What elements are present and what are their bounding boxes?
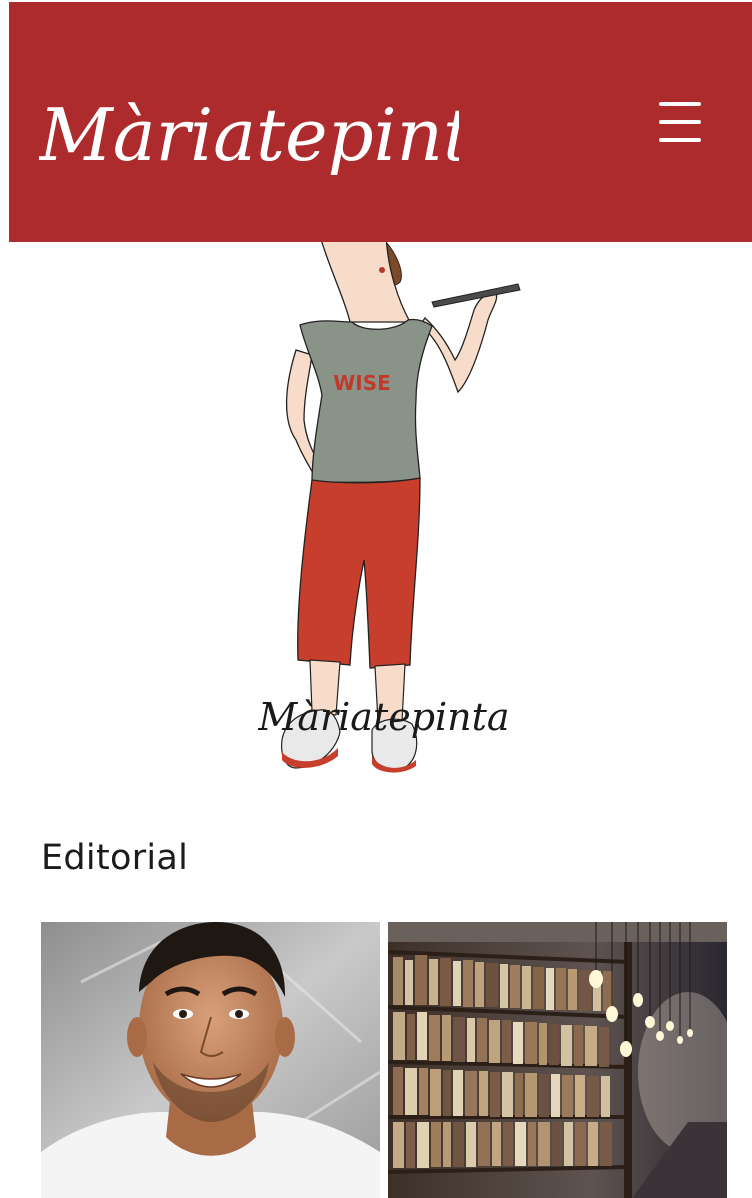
- menu-bar-top: [659, 102, 701, 106]
- library-bookshelves-photo: [388, 922, 727, 1198]
- site-logo[interactable]: Màriatepinta: [37, 70, 515, 180]
- editorial-card-portrait[interactable]: [41, 922, 380, 1198]
- menu-bar-middle: [659, 120, 701, 124]
- signature-logo: Màriatepinta: [257, 695, 509, 739]
- shirt-print: WISE: [333, 371, 391, 395]
- portrait-photo: [41, 922, 380, 1198]
- site-header: Màriatepinta: [9, 2, 752, 242]
- editorial-card-library[interactable]: [388, 922, 727, 1198]
- section-title-editorial: Editorial: [41, 838, 189, 878]
- logo-text: Màriatepinta: [39, 93, 459, 177]
- menu-bar-bottom: [659, 138, 701, 142]
- hamburger-menu-icon[interactable]: [659, 102, 709, 142]
